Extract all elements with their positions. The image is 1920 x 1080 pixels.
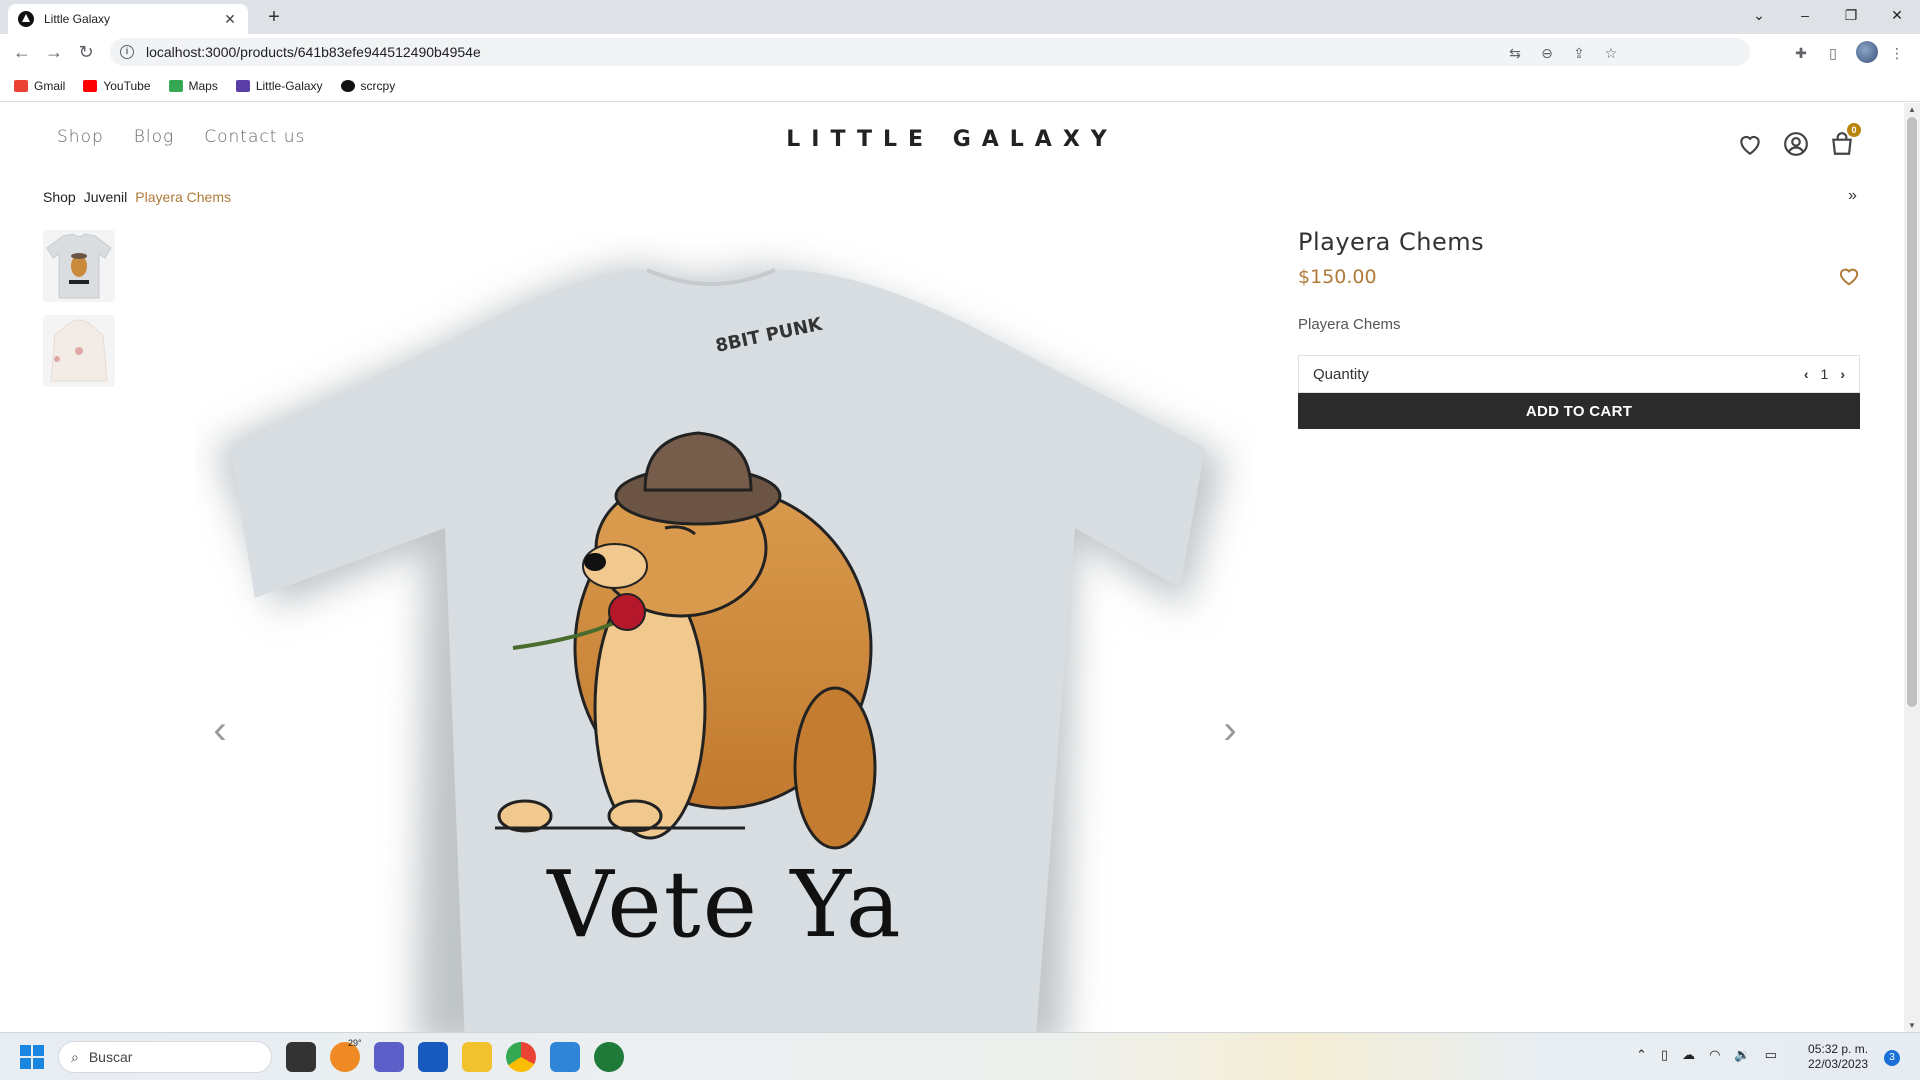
zoom-icon[interactable]: ⊖ — [1538, 44, 1556, 62]
browser-tabstrip: Little Galaxy ✕ + ⌄ – ❐ ✕ — [0, 0, 1920, 34]
profile-avatar[interactable] — [1856, 41, 1878, 63]
maps-icon — [168, 79, 183, 92]
shirt-print-text: Vete Ya — [546, 851, 903, 958]
bookmark-scrcpy[interactable]: scrcpy — [340, 79, 395, 93]
site-logo[interactable]: LITTLE GALAXY — [0, 127, 1904, 152]
translate-icon[interactable]: ⇆ — [1506, 44, 1524, 62]
volume-icon[interactable]: 🔉 — [1734, 1047, 1750, 1063]
bookmark-maps[interactable]: Maps — [168, 79, 218, 93]
restore-button[interactable]: ❐ — [1828, 0, 1874, 30]
search-icon: ⌕ — [71, 1048, 79, 1065]
notification-badge[interactable]: 3 — [1884, 1050, 1900, 1066]
chrome-icon[interactable] — [506, 1042, 536, 1072]
breadcrumb-shop[interactable]: Shop — [43, 189, 76, 205]
double-chevron-right-icon[interactable]: » — [1848, 187, 1857, 205]
account-user-icon[interactable] — [1783, 131, 1809, 157]
new-tab-button[interactable]: + — [262, 5, 286, 29]
github-icon — [340, 79, 355, 92]
scroll-down-icon[interactable]: ▼ — [1908, 1021, 1916, 1030]
gallery-prev-arrow-icon[interactable]: ‹ — [205, 708, 235, 753]
add-to-cart-button[interactable]: ADD TO CART — [1298, 393, 1860, 429]
wishlist-heart-icon[interactable] — [1737, 131, 1763, 157]
weather-temp: 29° — [348, 1038, 362, 1048]
bookmark-star-icon[interactable]: ☆ — [1602, 44, 1620, 62]
bookmark-little-galaxy[interactable]: Little-Galaxy — [235, 79, 323, 93]
product-thumbnail-2[interactable] — [43, 315, 115, 387]
windows-taskbar: ⌕ Buscar 29° ⌃ ▯ ☁ ◠ 🔉 ▭ 05:32 p. m. 22/… — [0, 1032, 1920, 1080]
vscode-icon[interactable] — [550, 1042, 580, 1072]
site-favicon-icon — [18, 11, 34, 27]
share-icon[interactable]: ⇪ — [1570, 44, 1588, 62]
gmail-icon — [14, 79, 28, 92]
url-text: localhost:3000/products/641b83efe9445124… — [146, 44, 481, 60]
product-image-gallery: 8BIT PUNK Vete Ya ‹ › — [195, 228, 1255, 1032]
usb-icon[interactable]: ▯ — [1661, 1047, 1668, 1063]
product-main-image: 8BIT PUNK Vete Ya — [215, 267, 1225, 1032]
breadcrumb: Shop Juvenil Playera Chems — [43, 189, 231, 205]
extensions-icon[interactable]: ✚ — [1792, 44, 1810, 62]
breadcrumb-category[interactable]: Juvenil — [84, 189, 128, 205]
search-placeholder: Buscar — [88, 1049, 133, 1065]
scrollbar-thumb[interactable] — [1907, 117, 1917, 707]
omnibox-actions: ⇆ ⊖ ⇪ ☆ — [1506, 44, 1620, 62]
browser-tab[interactable]: Little Galaxy ✕ — [8, 4, 248, 34]
site-info-icon[interactable]: i — [120, 45, 134, 59]
product-price: $150.00 — [1298, 266, 1377, 288]
windows-start-icon[interactable] — [20, 1045, 44, 1069]
clock-time: 05:32 p. m. — [1808, 1042, 1869, 1056]
task-view-icon[interactable] — [286, 1042, 316, 1072]
file-explorer-icon[interactable] — [462, 1042, 492, 1072]
product-description: Playera Chems — [1298, 316, 1401, 333]
youtube-icon — [83, 79, 98, 92]
page-viewport: Shop Blog Contact us LITTLE GALAXY 0 Sho… — [0, 103, 1904, 1032]
teams-icon[interactable] — [374, 1042, 404, 1072]
chrome-menu-icon[interactable]: ⋮ — [1888, 44, 1906, 62]
word-icon[interactable] — [418, 1042, 448, 1072]
scroll-up-icon[interactable]: ▲ — [1908, 105, 1916, 114]
tray-overflow-icon[interactable]: ⌃ — [1636, 1047, 1647, 1063]
reload-button[interactable]: ↻ — [74, 40, 98, 64]
wifi-icon[interactable]: ◠ — [1709, 1047, 1720, 1063]
weather-icon[interactable]: 29° — [330, 1038, 362, 1072]
breadcrumb-current: Playera Chems — [135, 189, 231, 205]
product-info-panel: Playera Chems $150.00 Playera Chems Quan… — [1298, 228, 1860, 429]
add-to-wishlist-heart-icon[interactable] — [1838, 266, 1860, 286]
header-actions: 0 — [1737, 123, 1861, 157]
quantity-stepper: Quantity ‹ 1 › — [1298, 355, 1860, 393]
close-window-button[interactable]: ✕ — [1874, 0, 1920, 30]
side-panel-icon[interactable]: ▯ — [1824, 44, 1842, 62]
quantity-label: Quantity — [1313, 365, 1369, 383]
system-tray: ⌃ ▯ ☁ ◠ 🔉 ▭ — [1636, 1047, 1777, 1063]
mongodb-compass-icon[interactable] — [594, 1042, 624, 1072]
browser-toolbar: ← → ↻ i localhost:3000/products/641b83ef… — [0, 34, 1920, 70]
quantity-increase-icon[interactable]: › — [1840, 366, 1845, 382]
little-galaxy-icon — [235, 79, 250, 92]
product-title: Playera Chems — [1298, 228, 1485, 256]
tab-search-icon[interactable]: ⌄ — [1736, 0, 1782, 30]
product-thumbnail-1[interactable] — [43, 230, 115, 302]
taskbar-clock[interactable]: 05:32 p. m. 22/03/2023 — [1808, 1042, 1868, 1072]
tab-title: Little Galaxy — [44, 12, 111, 26]
cart-bag-icon[interactable]: 0 — [1829, 123, 1861, 157]
address-bar[interactable]: i localhost:3000/products/641b83efe94451… — [110, 38, 1750, 66]
page-scrollbar[interactable]: ▲ ▼ — [1904, 103, 1920, 1032]
quantity-decrease-icon[interactable]: ‹ — [1804, 366, 1809, 382]
cart-count-badge: 0 — [1847, 123, 1861, 137]
quantity-value[interactable]: 1 — [1821, 366, 1829, 382]
battery-icon[interactable]: ▭ — [1765, 1047, 1777, 1063]
gallery-next-arrow-icon[interactable]: › — [1215, 708, 1245, 753]
bookmarks-bar: Gmail YouTube Maps Little-Galaxy scrcpy — [0, 70, 1920, 102]
forward-button[interactable]: → — [42, 40, 66, 64]
taskbar-search[interactable]: ⌕ Buscar — [58, 1041, 272, 1073]
tab-close-icon[interactable]: ✕ — [222, 11, 238, 28]
onedrive-icon[interactable]: ☁ — [1682, 1047, 1695, 1063]
clock-date: 22/03/2023 — [1808, 1057, 1869, 1071]
minimize-button[interactable]: – — [1782, 0, 1828, 30]
bookmark-youtube[interactable]: YouTube — [83, 79, 151, 93]
bookmark-gmail[interactable]: Gmail — [14, 79, 65, 93]
back-button[interactable]: ← — [10, 40, 34, 64]
